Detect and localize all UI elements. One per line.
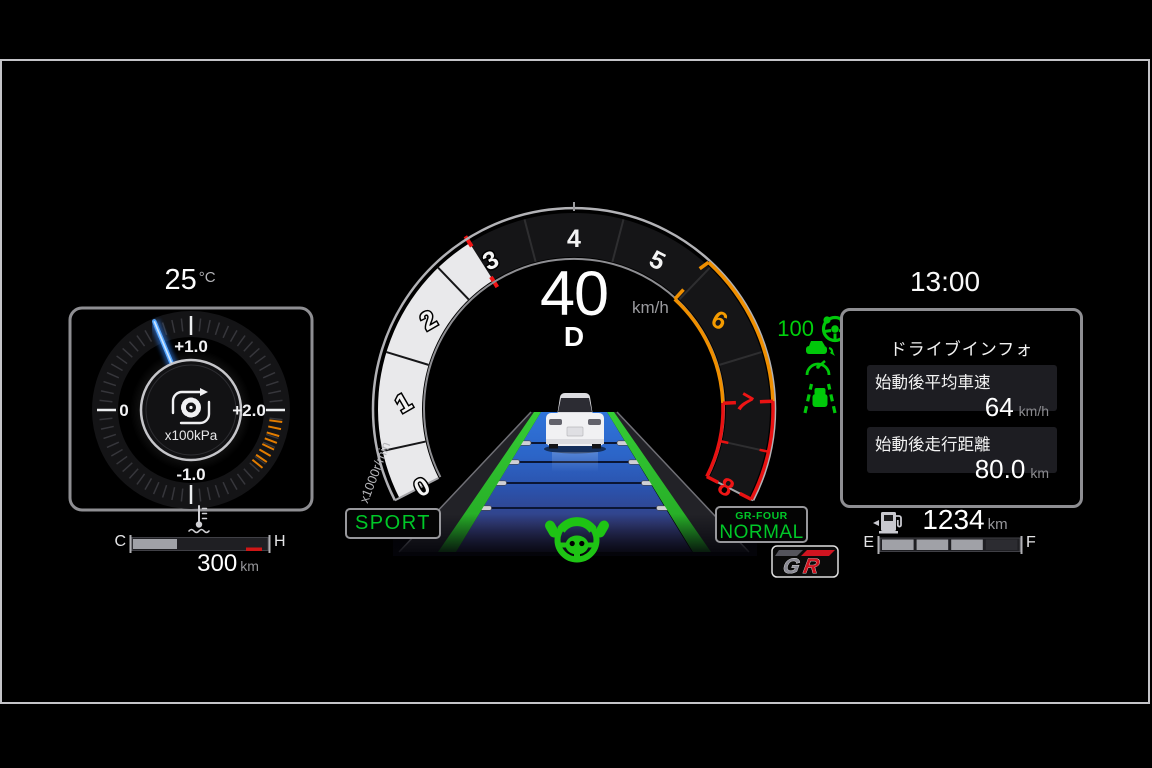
drive-info-panel: ドライブインフォ 始動後平均車速 64km/h 始動後走行距離 80.0km: [840, 308, 1083, 508]
boost-unit-label: x100kPa: [165, 428, 218, 443]
fuel-bar: [879, 536, 1022, 554]
drive-info-row-unit: km/h: [1019, 403, 1049, 419]
drive-info-title: ドライブインフォ: [843, 335, 1080, 360]
outside-temperature: 25°C: [128, 264, 252, 297]
outside-temp-value: 25: [164, 264, 196, 296]
coolant-hot-label: H: [274, 533, 296, 551]
drive-info-row-label: 始動後走行距離: [875, 431, 1049, 455]
instrument-cluster: x100kPa +1.0 0 +2.0 -1.0: [0, 0, 1152, 768]
adas-set-speed: 100: [760, 316, 814, 342]
boost-tick-bottom: -1.0: [176, 465, 205, 484]
boost-gauge: x100kPa +1.0 0 +2.0 -1.0: [70, 308, 312, 510]
odometer-value: 300: [197, 550, 237, 577]
road-scene: [393, 393, 757, 560]
tach-number: 4: [567, 225, 581, 253]
fuel-full-label: F: [1026, 534, 1044, 552]
tach-unit-label: x1000r/min: [356, 440, 393, 505]
odometer-unit: km: [240, 558, 259, 574]
fuel-empty-label: E: [856, 534, 874, 552]
lead-vehicle: [544, 393, 606, 472]
awd-system-label: GR-FOUR: [717, 511, 806, 522]
lane-departure-icon: [805, 384, 835, 413]
coolant-gauge: [131, 506, 270, 553]
drive-info-row-value: 64: [985, 392, 1014, 422]
boost-tick-top: +1.0: [174, 337, 208, 356]
speed-value: 40: [474, 258, 674, 330]
outside-temp-unit: °C: [199, 269, 216, 286]
clock: 13:00: [878, 266, 1012, 298]
fuel-range-unit: km: [988, 516, 1008, 533]
awd-mode-label: NORMAL: [717, 523, 806, 542]
drive-info-row: 始動後走行距離 80.0km: [867, 427, 1057, 473]
drive-info-row-unit: km: [1030, 465, 1049, 481]
gear-indicator: D: [474, 321, 674, 353]
drive-mode-badge: SPORT: [345, 508, 441, 539]
drive-info-row: 始動後平均車速 64km/h: [867, 365, 1057, 411]
radar-cruise-icon: [806, 341, 835, 375]
odometer: 300km: [156, 550, 300, 578]
gr-logo: G R: [772, 546, 838, 578]
boost-tick-left: 0: [119, 401, 128, 420]
coolant-cold-label: C: [104, 533, 126, 551]
awd-mode-badge: GR-FOUR NORMAL: [715, 506, 808, 543]
drive-info-row-label: 始動後平均車速: [875, 369, 1049, 393]
boost-tick-right: +2.0: [232, 401, 266, 420]
fuel-range-value: 1234: [922, 504, 984, 535]
drive-info-row-value: 80.0: [975, 454, 1026, 484]
speed-unit: km/h: [632, 298, 692, 318]
fuel-range: 1234km: [893, 504, 1037, 536]
